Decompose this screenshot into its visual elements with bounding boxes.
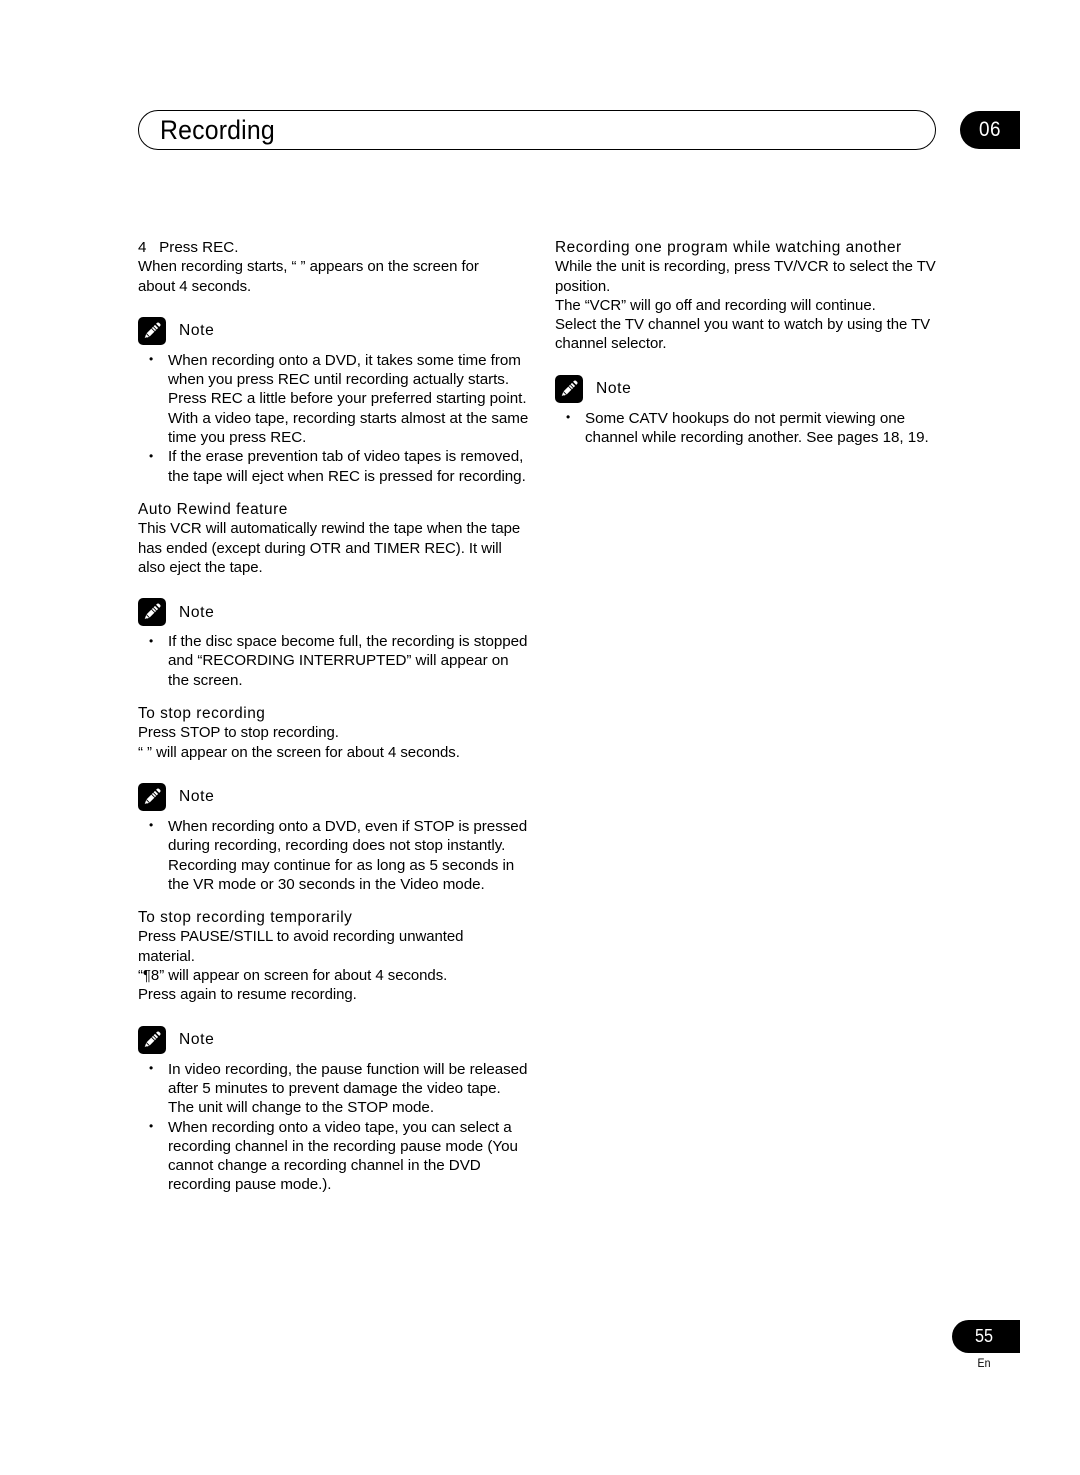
watch-another-line-3: Select the TV channel you want to watch … <box>555 316 931 353</box>
note-bullet-list: When recording onto a DVD, it takes some… <box>138 350 530 486</box>
pencil-note-icon <box>555 374 583 403</box>
stop-temporarily-line-2: “¶8” will appear on screen for about 4 s… <box>138 967 448 985</box>
note-bullet-list: When recording onto a DVD, even if STOP … <box>138 816 530 894</box>
list-item: When recording onto a DVD, even if STOP … <box>138 816 530 894</box>
stop-recording-line-2: “ ” will appear on the screen for about … <box>138 743 460 761</box>
right-column: Recording one program while watching ano… <box>555 238 955 447</box>
note-header: Note <box>555 374 955 404</box>
list-item: When recording onto a DVD, it takes some… <box>138 350 530 447</box>
note-label: Note <box>179 1031 215 1049</box>
stop-temporarily-heading: To stop recording temporarily <box>138 909 353 927</box>
auto-rewind-block: Auto Rewind feature This VCR will automa… <box>138 500 530 577</box>
step-label: Press REC. <box>159 239 239 256</box>
list-item: When recording onto a video tape, you ca… <box>138 1117 530 1195</box>
page-title: Recording <box>160 115 275 145</box>
chapter-number-tab: 06 <box>960 111 1020 149</box>
stop-temporarily-block: To stop recording temporarily Press PAUS… <box>138 908 530 1004</box>
pencil-note-icon <box>138 316 166 345</box>
stop-recording-line-1: Press STOP to stop recording. <box>138 724 339 742</box>
note-bullet-list: Some CATV hookups do not permit viewing … <box>555 408 955 448</box>
chapter-number-label: 06 <box>979 118 1001 141</box>
page-number-tab: 55 <box>952 1320 1020 1353</box>
auto-rewind-body: This VCR will automatically rewind the t… <box>138 520 521 576</box>
list-item: In video recording, the pause function w… <box>138 1059 530 1118</box>
stop-temporarily-line-3: Press again to resume recording. <box>138 986 357 1004</box>
stop-recording-block: To stop recording Press STOP to stop rec… <box>138 704 530 762</box>
step-block: 4 Press REC. When recording starts, “ ” … <box>138 238 530 296</box>
pencil-note-icon <box>138 598 166 627</box>
note-header: Note <box>138 597 530 627</box>
list-item: If the disc space become full, the recor… <box>138 632 530 690</box>
page-number-label: 55 <box>974 1326 994 1346</box>
step-line-1: When recording starts, “ ” appears on th… <box>138 258 479 276</box>
watch-another-heading: Recording one program while watching ano… <box>555 239 902 256</box>
pencil-note-icon <box>138 782 166 811</box>
note-label: Note <box>596 380 632 398</box>
note-header: Note <box>138 782 530 812</box>
stop-temporarily-line-1: Press PAUSE/STILL to avoid recording unw… <box>138 928 464 965</box>
note-label: Note <box>179 603 215 621</box>
note-bullet-list: In video recording, the pause function w… <box>138 1059 530 1195</box>
step-number: 4 <box>138 239 147 256</box>
list-item: Some CATV hookups do not permit viewing … <box>555 408 955 448</box>
left-column: 4 Press REC. When recording starts, “ ” … <box>138 238 530 1195</box>
auto-rewind-heading: Auto Rewind feature <box>138 500 288 518</box>
watch-another-line-1: While the unit is recording, press TV/VC… <box>555 258 936 295</box>
note-header: Note <box>138 316 530 346</box>
note-header: Note <box>138 1025 530 1055</box>
note-bullet-list: If the disc space become full, the recor… <box>138 632 530 690</box>
step-heading: 4 Press REC. <box>138 238 530 257</box>
language-code-label: En <box>977 1356 991 1370</box>
page-header: Recording <box>138 110 938 152</box>
note-label: Note <box>179 322 215 340</box>
step-line-2: about 4 seconds. <box>138 277 252 295</box>
list-item: If the erase prevention tab of video tap… <box>138 447 530 486</box>
stop-recording-heading: To stop recording <box>138 705 266 723</box>
note-label: Note <box>179 788 215 806</box>
watch-another-line-2: The “VCR” will go off and recording will… <box>555 296 876 314</box>
watch-another-block: Recording one program while watching ano… <box>555 238 955 354</box>
pencil-note-icon <box>138 1025 166 1054</box>
